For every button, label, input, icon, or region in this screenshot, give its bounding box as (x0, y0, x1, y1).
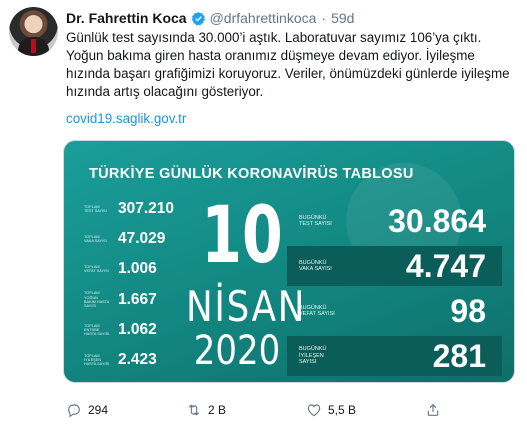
left-stat-row: TOPLAM VEFAT SAYISI 1.006 (84, 258, 204, 280)
right-stat-label: BUGÜNKÜ İYİLEŞEN SAYISI (299, 346, 327, 366)
like-count: 5,5 B (328, 403, 357, 417)
left-stat-value: 1.006 (118, 260, 157, 277)
share-icon (427, 403, 439, 416)
avatar[interactable] (9, 7, 58, 56)
right-stat-value: 4.747 (405, 247, 486, 284)
date-year: 2020 (193, 328, 281, 374)
left-stat-label: TOPLAM YOĞUN BAKIM HASTA SAYISI (84, 291, 110, 309)
reply-button[interactable]: 294 (66, 402, 108, 418)
left-stat-value: 1.062 (118, 321, 157, 338)
author-name[interactable]: Dr. Fahrettin Koca (66, 10, 187, 26)
retweet-icon (188, 404, 200, 416)
right-stat-value: 30.864 (388, 202, 486, 239)
tweet-link[interactable]: covid19.saglik.gov.tr (66, 111, 186, 126)
right-stat-label: BUGÜNKÜ VAKA SAYISI (299, 259, 332, 273)
right-stat-value: 98 (450, 292, 486, 329)
left-stat-value: 307.210 (118, 200, 175, 217)
tweet-header: Dr. Fahrettin Koca @drfahrettinkoca · 59… (66, 9, 354, 27)
tweet-text: Günlük test sayısında 30.000’i aştık. La… (66, 30, 510, 99)
like-icon (307, 404, 321, 417)
right-stat-row: BUGÜNKÜ VAKA SAYISI 4.747 (287, 246, 502, 286)
left-stat-row: TOPLAM TEST SAYISI 307.210 (84, 198, 204, 220)
left-stat-label: TOPLAM VAKA SAYISI (84, 234, 107, 243)
reply-icon (68, 404, 80, 418)
right-stat-row: BUGÜNKÜ İYİLEŞEN SAYISI 281 (287, 336, 502, 376)
verified-badge-icon (191, 11, 205, 25)
timestamp[interactable]: 59d (331, 10, 354, 26)
left-stat-label: TOPLAM İYİLEŞEN HASTA SAYISI (84, 353, 110, 367)
card-title: TÜRKİYE GÜNLÜK KORONAVİRÜS TABLOSU (89, 166, 414, 182)
left-stat-label: TOPLAM VEFAT SAYISI (84, 264, 109, 273)
right-stat-row: BUGÜNKÜ VEFAT SAYISI 98 (287, 291, 502, 331)
left-stat-row: TOPLAM VAKA SAYISI 47.029 (84, 228, 204, 250)
right-stat-row: BUGÜNKÜ TEST SAYISI 30.864 (287, 201, 502, 241)
like-button[interactable]: 5,5 B (306, 402, 356, 418)
separator-dot: · (321, 10, 327, 26)
attached-image-card[interactable]: TÜRKİYE GÜNLÜK KORONAVİRÜS TABLOSU TOPLA… (63, 140, 515, 383)
left-stat-value: 1.667 (118, 291, 157, 308)
left-stat-value: 2.423 (118, 351, 157, 368)
author-handle[interactable]: @drfahrettinkoca (210, 10, 317, 26)
left-stat-label: TOPLAM TEST SAYISI (84, 204, 107, 213)
right-stat-value: 281 (432, 337, 486, 374)
share-button[interactable] (425, 402, 441, 418)
retweet-button[interactable]: 2 B (186, 402, 226, 418)
date-day: 10 (201, 191, 283, 281)
right-stat-label: BUGÜNKÜ VEFAT SAYISI (299, 304, 335, 318)
retweet-count: 2 B (208, 403, 227, 417)
reply-count: 294 (88, 403, 109, 417)
right-stat-label: BUGÜNKÜ TEST SAYISI (299, 214, 332, 228)
left-stat-value: 47.029 (118, 230, 166, 247)
left-stat-label: TOPLAM ENTÜBE HASTA SAYISI (84, 323, 110, 337)
date-month: NİSAN (186, 282, 307, 331)
